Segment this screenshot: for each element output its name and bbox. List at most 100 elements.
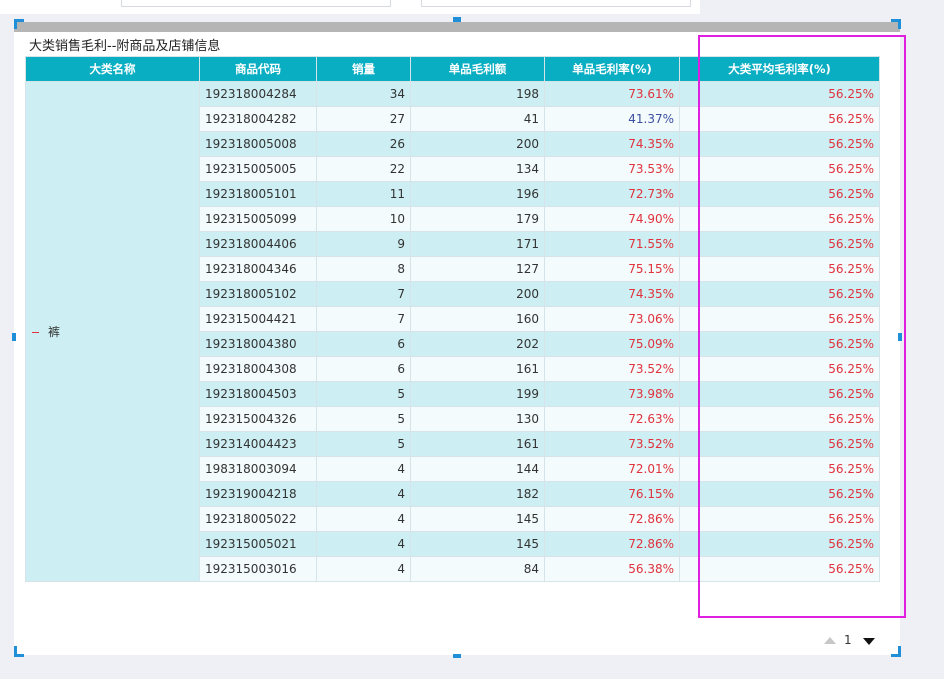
quantity-cell: 11 [316,181,411,207]
selection-handle[interactable] [453,17,461,22]
avg-margin-cell: 56.25% [679,181,880,207]
quantity-cell: 4 [316,506,411,532]
header-category[interactable]: 大类名称 [25,56,200,82]
quantity-cell: 10 [316,206,411,232]
header-gross-profit[interactable]: 单品毛利额 [410,56,545,82]
selection-handle[interactable] [14,646,17,656]
margin-rate-cell: 72.63% [544,406,680,432]
item-code-cell: 192318004380 [199,331,317,357]
item-code-cell: 192315004421 [199,306,317,332]
header-margin-rate[interactable]: 单品毛利率(%) [544,56,680,82]
widget-title-bar[interactable] [14,22,900,32]
selection-handle[interactable] [12,333,16,341]
selection-handle[interactable] [898,333,902,341]
margin-rate-cell: 71.55% [544,231,680,257]
margin-rate-cell: 74.90% [544,206,680,232]
triangle-up-icon[interactable] [824,637,836,644]
avg-margin-cell: 56.25% [679,531,880,557]
avg-margin-cell: 56.25% [679,156,880,182]
header-quantity[interactable]: 销量 [316,56,411,82]
item-code-cell: 192318004503 [199,381,317,407]
item-code-cell: 192318005101 [199,181,317,207]
report-table: 大类名称 商品代码 销量 单品毛利额 单品毛利率(%) 大类平均毛利率(%) 裤… [25,56,880,582]
quantity-cell: 6 [316,331,411,357]
gross-profit-cell: 171 [410,231,545,257]
avg-margin-cell: 56.25% [679,256,880,282]
quantity-cell: 5 [316,431,411,457]
gross-profit-cell: 84 [410,556,545,582]
item-code-cell: 192318004406 [199,231,317,257]
item-code-cell: 192315005021 [199,531,317,557]
margin-rate-cell: 73.06% [544,306,680,332]
gross-profit-cell: 145 [410,531,545,557]
avg-margin-cell: 56.25% [679,506,880,532]
quantity-cell: 4 [316,531,411,557]
margin-rate-cell: 73.52% [544,356,680,382]
gross-profit-cell: 179 [410,206,545,232]
avg-margin-cell: 56.25% [679,231,880,257]
quantity-cell: 9 [316,231,411,257]
margin-rate-cell: 72.86% [544,506,680,532]
margin-rate-cell: 72.73% [544,181,680,207]
avg-margin-cell: 56.25% [679,81,880,107]
avg-margin-cell: 56.25% [679,381,880,407]
item-code-cell: 192318004284 [199,81,317,107]
gross-profit-cell: 199 [410,381,545,407]
selection-handle[interactable] [898,19,901,29]
quantity-cell: 4 [316,556,411,582]
gross-profit-cell: 182 [410,481,545,507]
item-code-cell: 192315004326 [199,406,317,432]
filter-box-right[interactable] [421,0,691,7]
quantity-cell: 22 [316,156,411,182]
margin-rate-cell: 72.86% [544,531,680,557]
quantity-cell: 4 [316,481,411,507]
table-row: 裤 192318004284 34 198 73.61% 56.25% [25,81,880,582]
filter-box-left[interactable] [121,0,391,7]
page-number: 1 [844,633,852,647]
gross-profit-cell: 196 [410,181,545,207]
margin-rate-cell: 41.37% [544,106,680,132]
margin-rate-cell: 73.52% [544,431,680,457]
avg-margin-cell: 56.25% [679,306,880,332]
avg-margin-cell: 56.25% [679,131,880,157]
quantity-cell: 27 [316,106,411,132]
margin-rate-cell: 76.15% [544,481,680,507]
item-code-cell: 192318005022 [199,506,317,532]
item-code-cell: 198318003094 [199,456,317,482]
selection-handle[interactable] [14,19,17,29]
avg-margin-cell: 56.25% [679,206,880,232]
item-code-cell: 192315005005 [199,156,317,182]
quantity-cell: 7 [316,281,411,307]
gross-profit-cell: 200 [410,281,545,307]
header-category-avg-margin[interactable]: 大类平均毛利率(%) [679,56,880,82]
avg-margin-cell: 56.25% [679,281,880,307]
item-code-cell: 192318004346 [199,256,317,282]
gross-profit-cell: 134 [410,156,545,182]
avg-margin-cell: 56.25% [679,481,880,507]
item-code-cell: 192315003016 [199,556,317,582]
gross-profit-cell: 130 [410,406,545,432]
header-item-code[interactable]: 商品代码 [199,56,317,82]
margin-rate-cell: 72.01% [544,456,680,482]
item-code-cell: 192318005102 [199,281,317,307]
gross-profit-cell: 198 [410,81,545,107]
minus-icon[interactable] [31,328,40,337]
gross-profit-cell: 144 [410,456,545,482]
category-label: 裤 [48,325,61,339]
triangle-down-icon[interactable] [863,638,875,645]
selection-handle[interactable] [898,646,901,656]
margin-rate-cell: 73.61% [544,81,680,107]
avg-margin-cell: 56.25% [679,106,880,132]
margin-rate-cell: 56.38% [544,556,680,582]
gross-profit-cell: 161 [410,431,545,457]
selection-handle[interactable] [453,654,461,658]
item-code-cell: 192315005099 [199,206,317,232]
margin-rate-cell: 75.09% [544,331,680,357]
quantity-cell: 5 [316,406,411,432]
item-code-cell: 192319004218 [199,481,317,507]
gross-profit-cell: 200 [410,131,545,157]
quantity-cell: 5 [316,381,411,407]
item-code-cell: 192318005008 [199,131,317,157]
avg-margin-cell: 56.25% [679,331,880,357]
margin-rate-cell: 73.53% [544,156,680,182]
